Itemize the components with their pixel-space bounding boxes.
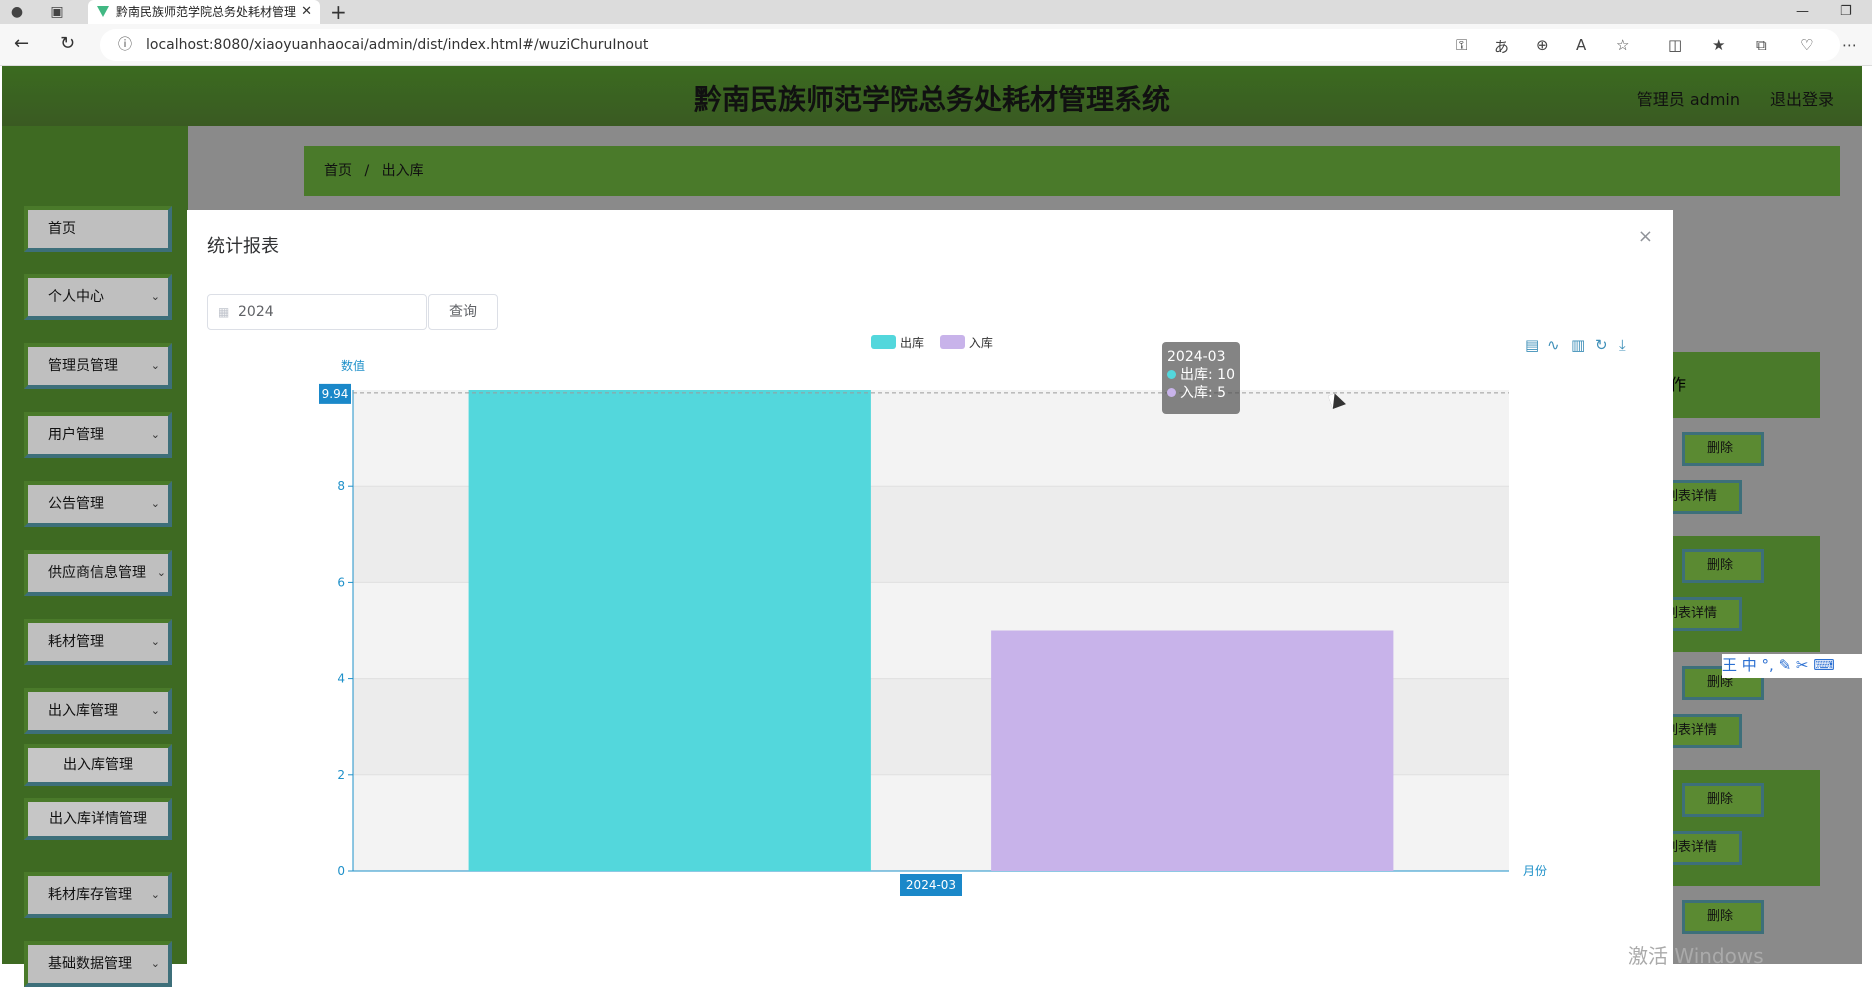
y-tick-label: 8 — [337, 479, 345, 493]
chevron-down-icon: ⌄ — [156, 566, 166, 579]
sidebar-subitem-label: 出入库管理 — [63, 757, 133, 773]
site-info-icon[interactable]: ⓘ — [118, 29, 132, 61]
address-bar: ← ↻ ⓘ localhost:8080/xiaoyuanhaocai/admi… — [0, 24, 1872, 66]
favorite-star-icon[interactable]: ☆ — [1616, 36, 1629, 54]
sidebar-subitem-label: 出入库详情管理 — [49, 811, 147, 827]
favorites-icon[interactable]: ★ — [1712, 36, 1725, 54]
sidebar-item-label: 耗材管理 — [48, 634, 104, 650]
more-menu-icon[interactable]: ⋯ — [1842, 36, 1857, 54]
tooltip-dot — [1167, 370, 1176, 379]
system-title: 黔南民族师范学院总务处耗材管理系统 — [693, 83, 1170, 116]
back-icon[interactable]: ← — [14, 33, 29, 54]
button-label: 删除 — [1707, 441, 1734, 456]
app-header: 黔南民族师范学院总务处耗材管理系统 管理员 admin 退出登录 — [2, 66, 1862, 126]
button-label: 删除 — [1707, 558, 1734, 573]
sidebar-item-consumables[interactable]: 耗材管理 ⌄ — [24, 619, 172, 665]
vue-logo-icon — [97, 6, 109, 17]
bar-out — [468, 390, 871, 871]
axis-pointer-x-label: 2024-03 — [906, 878, 956, 892]
sidebar-item-home[interactable]: 首页 — [24, 206, 172, 252]
sidebar-item-label: 公告管理 — [48, 496, 104, 512]
sidebar-item-label: 出入库管理 — [48, 703, 118, 719]
sidebar-item-label: 耗材库存管理 — [48, 887, 132, 903]
delete-button[interactable]: 删除 — [1682, 783, 1764, 817]
chevron-down-icon: ⌄ — [150, 428, 160, 441]
chevron-down-icon: ⌄ — [150, 704, 160, 717]
sidebar-item-admins[interactable]: 管理员管理 ⌄ — [24, 343, 172, 389]
button-label: 删除 — [1707, 792, 1734, 807]
logout-link[interactable]: 退出登录 — [1770, 86, 1834, 110]
delete-button[interactable]: 删除 — [1682, 549, 1764, 583]
tooltip-dot — [1167, 388, 1176, 397]
collections-icon[interactable]: ⧉ — [1756, 36, 1767, 54]
chevron-down-icon: ⌄ — [150, 888, 160, 901]
browser-tab-active[interactable]: 黔南民族师范学院总务处耗材管理 ✕ — [88, 0, 320, 24]
translate-icon[interactable]: あ — [1494, 36, 1509, 57]
y-tick-label: 2 — [337, 768, 345, 782]
delete-button[interactable]: 删除 — [1682, 900, 1764, 934]
tooltip-title: 2024-03 — [1167, 349, 1226, 365]
chevron-down-icon: ⌄ — [150, 497, 160, 510]
current-user: 管理员 admin — [1636, 90, 1740, 109]
bar-in — [991, 630, 1394, 871]
chart-tooltip: 2024-03 出库: 10 入库: 5 — [1162, 342, 1240, 414]
tab-title: 黔南民族师范学院总务处耗材管理 — [116, 5, 297, 19]
sidebar-item-inout[interactable]: 出入库管理 ⌄ — [24, 688, 172, 734]
sidebar-item-label: 供应商信息管理 — [48, 565, 146, 581]
performance-icon[interactable]: ♡ — [1800, 36, 1813, 54]
sidebar-item-label: 个人中心 — [48, 289, 104, 305]
table-header-actions: 作 — [1662, 352, 1820, 418]
stats-dialog: 统计报表 × ▦ 2024 查询 出库 入库 ▤ ∿ ▥ ↻ ⤓ 0 2 4 6 8 数值… — [187, 210, 1673, 964]
y-tick-label: 4 — [337, 672, 345, 686]
minimize-icon[interactable]: — — [1796, 0, 1809, 24]
sidebar-subitem-inout-detail[interactable]: 出入库详情管理 — [24, 798, 172, 840]
zoom-icon[interactable]: ⊕ — [1536, 36, 1549, 54]
y-tick-label: 6 — [337, 575, 345, 589]
windows-activation-watermark: 激活 Windows — [1628, 944, 1764, 968]
chevron-down-icon: ⌄ — [150, 957, 160, 970]
breadcrumb-separator: / — [364, 163, 370, 179]
chevron-down-icon: ⌄ — [150, 290, 160, 303]
sidebar-item-label: 用户管理 — [48, 427, 104, 443]
read-aloud-icon[interactable]: A — [1576, 36, 1586, 54]
sidebar-item-suppliers[interactable]: 供应商信息管理 ⌄ — [24, 550, 172, 596]
tab-actions-icon[interactable]: ▣ — [48, 3, 66, 21]
breadcrumb-current: 出入库 — [381, 163, 424, 179]
profile-icon[interactable]: ● — [8, 3, 26, 21]
sidebar-item-label: 管理员管理 — [48, 358, 118, 374]
sidebar: 首页 个人中心 ⌄ 管理员管理 ⌄ 用户管理 ⌄ 公告管理 ⌄ 供应商信息管理 ⌄ 耗材管… — [2, 126, 188, 987]
tooltip-line-in: 入库: 5 — [1180, 385, 1227, 401]
sidebar-item-notices[interactable]: 公告管理 ⌄ — [24, 481, 172, 527]
sidebar-item-label: 首页 — [48, 221, 76, 237]
sidebar-subitem-inout[interactable]: 出入库管理 — [24, 744, 172, 786]
tab-close-icon[interactable]: ✕ — [301, 0, 312, 24]
bar-chart: 0 2 4 6 8 数值月份 9.94 2024-03 — [319, 358, 1547, 896]
chevron-down-icon: ⌄ — [150, 359, 160, 372]
breadcrumb: 首页 / 出入库 — [304, 146, 1840, 196]
sidebar-item-basedata[interactable]: 基础数据管理 ⌄ — [24, 941, 172, 987]
sidebar-item-stock[interactable]: 耗材库存管理 ⌄ — [24, 872, 172, 918]
chevron-down-icon: ⌄ — [150, 635, 160, 648]
split-screen-icon[interactable]: ◫ — [1668, 36, 1682, 54]
reload-icon[interactable]: ↻ — [60, 33, 75, 54]
tooltip-line-out: 出库: 10 — [1180, 367, 1235, 383]
x-axis-title: 月份 — [1523, 864, 1547, 878]
restore-icon[interactable]: ❐ — [1840, 0, 1852, 24]
sidebar-item-users[interactable]: 用户管理 ⌄ — [24, 412, 172, 458]
button-label: 删除 — [1707, 909, 1734, 924]
sidebar-item-profile[interactable]: 个人中心 ⌄ — [24, 274, 172, 320]
browser-tab-strip: ● ▣ 黔南民族师范学院总务处耗材管理 ✕ + — ❐ — [0, 0, 1872, 24]
y-axis-title: 数值 — [341, 358, 365, 373]
url-text: localhost:8080/xiaoyuanhaocai/admin/dist… — [146, 37, 649, 53]
breadcrumb-home[interactable]: 首页 — [324, 163, 352, 179]
key-icon[interactable]: ⚿ — [1456, 36, 1467, 54]
ime-toolbar[interactable]: 王 中 °, ✎ ✂ ⌨ — [1722, 654, 1872, 678]
axis-pointer-y-label: 9.94 — [322, 387, 349, 401]
y-tick-label: 0 — [337, 864, 345, 878]
new-tab-icon[interactable]: + — [330, 0, 347, 24]
delete-button[interactable]: 删除 — [1682, 432, 1764, 466]
sidebar-item-label: 基础数据管理 — [48, 956, 132, 972]
